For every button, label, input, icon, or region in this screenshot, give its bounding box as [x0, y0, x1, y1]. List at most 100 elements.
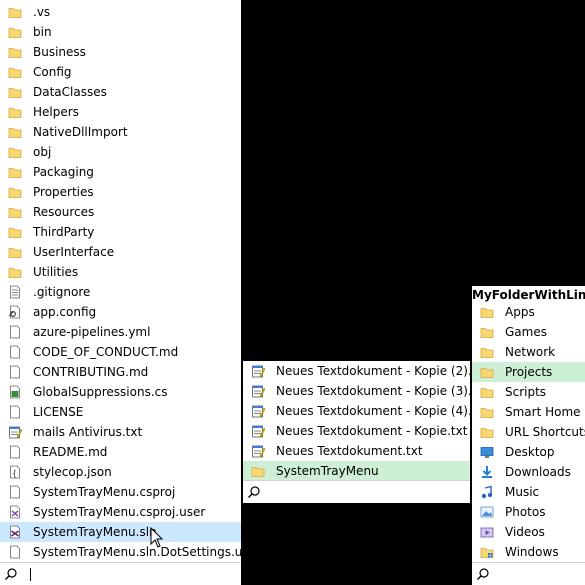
menu-item[interactable]: Photos [472, 502, 585, 522]
menu-item-label: Properties [33, 185, 94, 199]
blank-file-icon [10, 405, 20, 419]
json-file-icon: { } [10, 465, 22, 479]
menu-item[interactable]: NativeDllImport [0, 122, 241, 142]
folder-icon [480, 408, 494, 418]
menu-item[interactable]: Properties [0, 182, 241, 202]
menu-item[interactable]: Neues Textdokument - Kopie.txt [243, 421, 470, 441]
photos-folder-icon [480, 506, 494, 518]
vs-solution-file-icon [10, 525, 20, 539]
menu-myfolderwithlinks: MyFolderWithLinksAppsGamesNetworkProject… [472, 286, 585, 585]
menu-item[interactable]: Neues Textdokument - Kopie (3).txt [243, 381, 488, 401]
menu-item[interactable]: DataClasses [0, 82, 241, 102]
menu-item[interactable]: Desktop [472, 442, 585, 462]
menu-item[interactable]: Config [0, 62, 241, 82]
menu-item[interactable]: azure-pipelines.yml [0, 322, 241, 342]
menu-item[interactable]: SystemTrayMenu.sln [0, 522, 241, 542]
blank-file-icon [10, 345, 20, 359]
menu-item[interactable]: app.config [0, 302, 241, 322]
menu-item[interactable]: Scripts [472, 382, 585, 402]
menu-item[interactable]: SystemTrayMenu.csproj [0, 482, 241, 502]
menu-item-label: Network [505, 345, 556, 359]
menu-item-label: Music [505, 485, 540, 499]
menu-item-label: Config [33, 65, 72, 79]
menu-item[interactable]: { } stylecop.json [0, 462, 241, 482]
notepad-file-icon [252, 445, 265, 458]
menu-item-label: UserInterface [33, 245, 115, 259]
menu-item-label: bin [33, 25, 52, 39]
search-input[interactable] [267, 483, 447, 499]
menu-item[interactable]: Neues Textdokument - Kopie (2).txt [243, 361, 488, 381]
menu-item[interactable]: Network [472, 342, 585, 362]
menu-item-label: Smart Home [505, 405, 581, 419]
menu-item-label: obj [33, 145, 52, 159]
menu-item-label: Neues Textdokument - Kopie.txt [276, 424, 468, 438]
menu-item-label: Business [33, 45, 86, 59]
menu-item[interactable]: mails Antivirus.txt [0, 422, 241, 442]
search-icon [477, 568, 489, 580]
menu-item[interactable]: CONTRIBUTING.md [0, 362, 241, 382]
menu-item[interactable]: LICENSE [0, 402, 241, 422]
menu-item[interactable]: obj [0, 142, 241, 162]
menu-item[interactable]: Windows [472, 542, 585, 562]
menu-item[interactable]: Helpers [0, 102, 241, 122]
menu-item[interactable]: UserInterface [0, 242, 241, 262]
search-input[interactable] [496, 565, 585, 581]
svg-text:{ }: { } [12, 469, 22, 478]
blank-file-icon [10, 485, 20, 499]
menu-item-label: Games [505, 325, 547, 339]
menu-item[interactable]: .vs [0, 2, 241, 22]
menu-item[interactable]: Neues Textdokument.txt [243, 441, 470, 461]
menu-item[interactable]: SystemTrayMenu [243, 461, 470, 481]
folder-icon [8, 268, 22, 278]
menu-item-label: SystemTrayMenu.csproj [33, 485, 176, 499]
notepad-file-icon [9, 426, 22, 439]
menu-item[interactable]: SystemTrayMenu.csproj.user [0, 502, 241, 522]
menu-item[interactable]: Videos [472, 522, 585, 542]
menu-item[interactable]: GlobalSuppressions.cs [0, 382, 241, 402]
folder-icon [8, 248, 22, 258]
downloads-folder-icon [482, 466, 492, 478]
menu-item[interactable]: Neues Textdokument - Kopie (4).txt [243, 401, 488, 421]
folder-icon [8, 28, 22, 38]
menu-item-label: Utilities [33, 265, 79, 279]
menu-item-label: stylecop.json [33, 465, 112, 479]
menu-item[interactable]: Resources [0, 202, 241, 222]
videos-folder-icon [480, 527, 494, 538]
menu-item[interactable]: Downloads [472, 462, 585, 482]
menu-item[interactable]: Projects [472, 362, 585, 382]
menu-item[interactable]: URL Shortcuts [472, 422, 585, 442]
menu-item[interactable]: Games [472, 322, 585, 342]
folder-icon [8, 168, 22, 178]
notepad-file-icon [252, 385, 265, 398]
menu-item-label: Desktop [505, 445, 555, 459]
menu-item-label: Neues Textdokument.txt [276, 444, 423, 458]
menu-item[interactable]: Packaging [0, 162, 241, 182]
csharp-file-icon [10, 385, 20, 399]
folder-icon [8, 48, 22, 58]
folder-icon [480, 388, 494, 398]
folder-icon [8, 128, 22, 138]
windows-folder-icon [480, 548, 494, 558]
menu-item[interactable]: Utilities [0, 262, 241, 282]
menu-item[interactable]: Apps [472, 302, 585, 322]
menu-item[interactable]: Business [0, 42, 241, 62]
menu-item[interactable]: README.md [0, 442, 241, 462]
menu-item-label: Neues Textdokument - Kopie (2).txt [276, 364, 489, 378]
menu-item[interactable]: CODE_OF_CONDUCT.md [0, 342, 241, 362]
menu-item-label: README.md [33, 445, 108, 459]
menu-item-label: ThirdParty [33, 225, 95, 239]
search-icon [5, 568, 17, 580]
menu-item-label: LICENSE [33, 405, 84, 419]
menu-item[interactable]: SystemTrayMenu.sln.DotSettings.user [0, 542, 261, 562]
menu-item-label: SystemTrayMenu.csproj.user [33, 505, 206, 519]
menu-systemtraymenu: Neues Textdokument - Kopie (2).txt Neues … [243, 361, 488, 503]
menu-item[interactable]: .gitignore [0, 282, 241, 302]
search-bar [0, 562, 241, 585]
menu-item[interactable]: ThirdParty [0, 222, 241, 242]
search-input[interactable] [24, 565, 204, 581]
menu-item[interactable]: bin [0, 22, 241, 42]
text-file-icon [10, 285, 20, 299]
menu-item[interactable]: Music [472, 482, 585, 502]
menu-item[interactable]: Smart Home [472, 402, 585, 422]
folder-icon [8, 108, 22, 118]
